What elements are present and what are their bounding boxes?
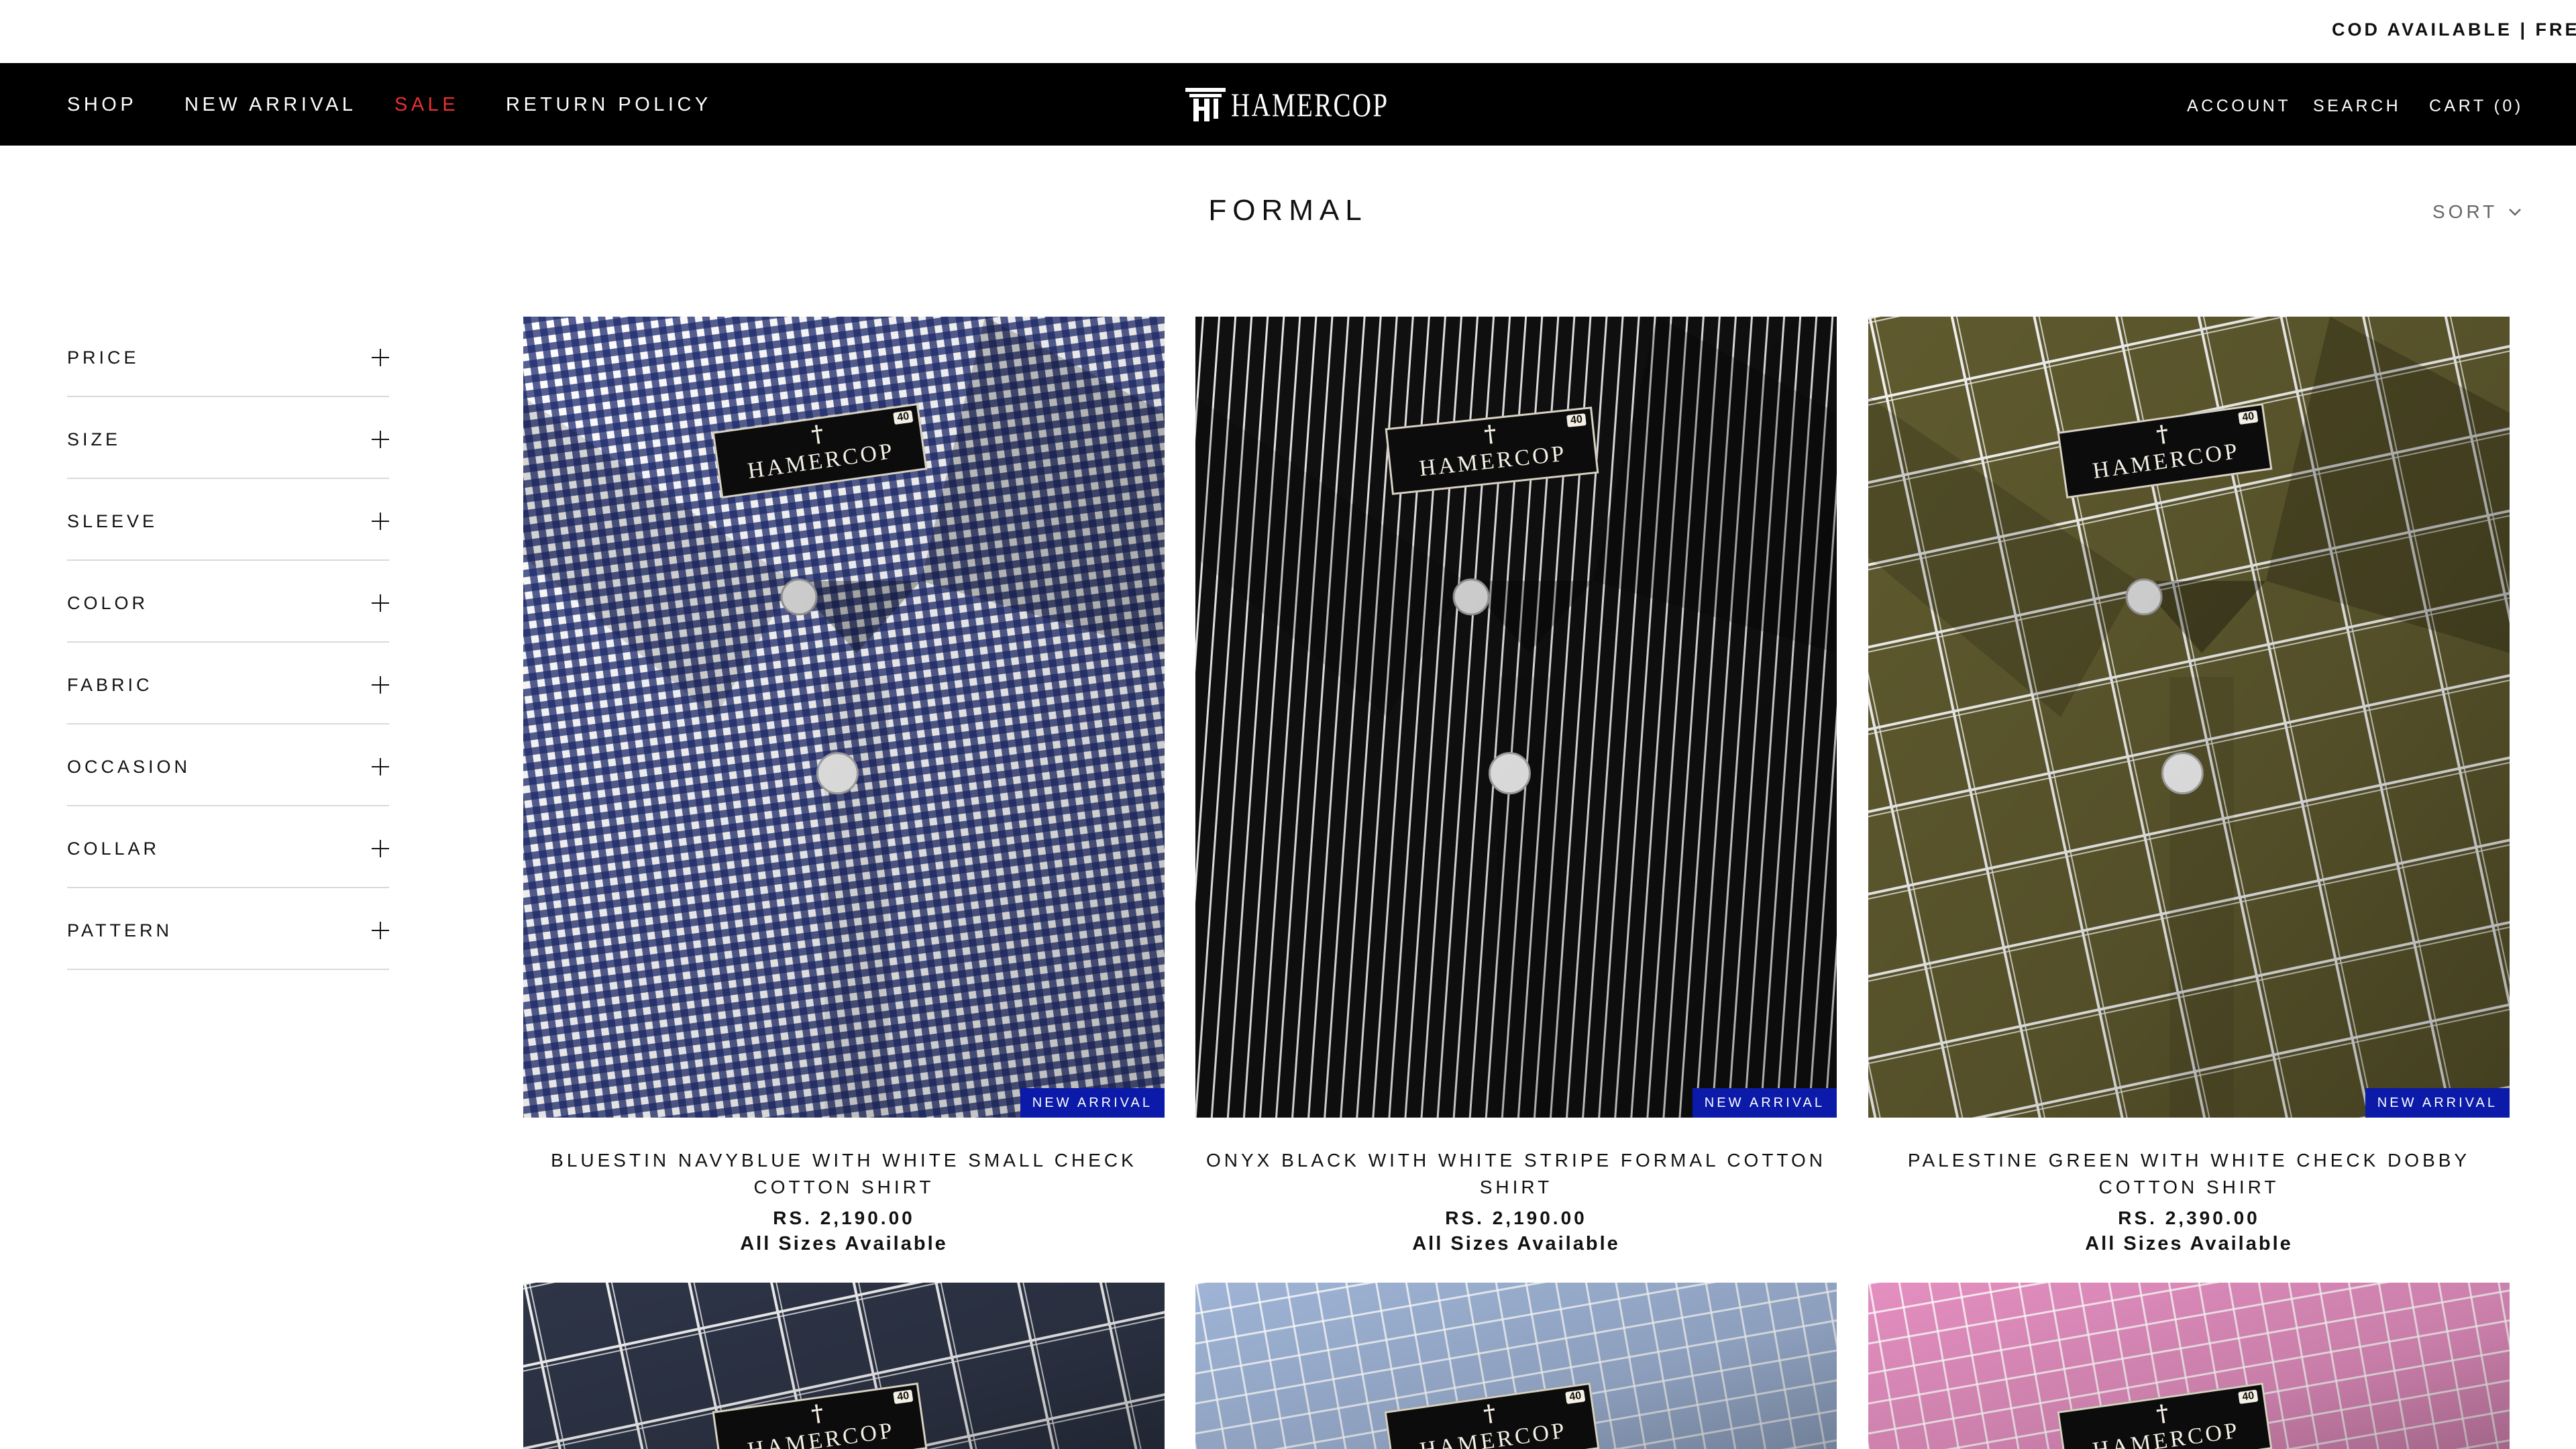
filter-price[interactable]: PRICE: [67, 315, 389, 397]
product-card[interactable]: † HAMERCOP 40 NEW ARRIVAL ONYX BLACK WITH W…: [1195, 317, 1837, 1257]
size-tag: 40: [1565, 1389, 1586, 1405]
sort-dropdown[interactable]: SORT: [2432, 201, 2522, 223]
announcement-text: COD AVAILABLE | FRE: [2332, 19, 2576, 40]
product-title[interactable]: BLUESTIN NAVYBLUE WITH WHITE SMALL CHECK…: [523, 1147, 1165, 1201]
nav-new-arrival[interactable]: NEW ARRIVAL: [184, 94, 357, 116]
product-availability: All Sizes Available: [2085, 1233, 2293, 1254]
filter-label: SIZE: [67, 429, 121, 449]
cart-link[interactable]: CART (0): [2429, 97, 2524, 116]
plus-icon: [372, 513, 389, 530]
plus-icon: [372, 758, 389, 775]
chevron-down-icon: [2509, 209, 2522, 216]
product-card[interactable]: † HAMERCOP 40: [523, 1283, 1165, 1449]
filter-sidebar: PRICE SIZE SLEEVE COLOR FABRIC OCCASION …: [67, 315, 389, 970]
filter-label: OCCASION: [67, 757, 191, 777]
product-card[interactable]: † HAMERCOP 40: [1868, 1283, 2510, 1449]
site-logo[interactable]: HAMERCOP: [1184, 83, 1434, 126]
plus-icon: [372, 594, 389, 612]
plus-icon: [372, 431, 389, 448]
logo-text: HAMERCOP: [1231, 86, 1389, 123]
size-tag: 40: [893, 1389, 914, 1405]
product-price: RS. 2,190.00: [1445, 1208, 1587, 1228]
filter-fabric[interactable]: FABRIC: [67, 643, 389, 724]
size-tag: 40: [2238, 1389, 2259, 1405]
sort-label: SORT: [2432, 201, 2498, 222]
account-link[interactable]: ACCOUNT: [2187, 97, 2291, 116]
filter-label: COLLAR: [67, 839, 160, 859]
filter-label: COLOR: [67, 593, 149, 613]
size-tag: 40: [893, 410, 914, 425]
filter-occasion[interactable]: OCCASION: [67, 724, 389, 806]
filter-label: PATTERN: [67, 920, 173, 941]
announcement-bar: COD AVAILABLE | FRE: [0, 0, 2576, 63]
size-tag: 40: [2238, 410, 2259, 425]
product-price: RS. 2,190.00: [773, 1208, 915, 1228]
product-availability: All Sizes Available: [1412, 1233, 1620, 1254]
filter-sleeve[interactable]: SLEEVE: [67, 479, 389, 561]
plus-icon: [372, 840, 389, 857]
search-link[interactable]: SEARCH: [2313, 97, 2401, 116]
product-price: RS. 2,390.00: [2118, 1208, 2260, 1228]
nav-shop[interactable]: SHOP: [67, 94, 137, 116]
plus-icon: [372, 922, 389, 939]
filter-pattern[interactable]: PATTERN: [67, 888, 389, 970]
nav-sale[interactable]: SALE: [394, 94, 459, 116]
logo-mark-icon: [1185, 88, 1226, 121]
product-image[interactable]: † HAMERCOP 40: [1868, 1283, 2510, 1449]
size-tag: 40: [1566, 413, 1587, 427]
product-image[interactable]: † HAMERCOP 40: [1195, 1283, 1837, 1449]
product-title[interactable]: PALESTINE GREEN WITH WHITE CHECK DOBBY C…: [1868, 1147, 2510, 1201]
plus-icon: [372, 349, 389, 366]
new-arrival-badge: NEW ARRIVAL: [2365, 1088, 2510, 1118]
product-image[interactable]: † HAMERCOP 40 NEW ARRIVAL: [1868, 317, 2510, 1118]
filter-size[interactable]: SIZE: [67, 397, 389, 479]
plus-icon: [372, 676, 389, 694]
product-availability: All Sizes Available: [740, 1233, 948, 1254]
product-image[interactable]: † HAMERCOP 40 NEW ARRIVAL: [523, 317, 1165, 1118]
filter-label: SLEEVE: [67, 511, 158, 531]
product-card[interactable]: † HAMERCOP 40 NEW ARRIVAL BLUESTIN NAVYBLUE…: [523, 317, 1165, 1257]
filter-label: PRICE: [67, 347, 140, 368]
new-arrival-badge: NEW ARRIVAL: [1692, 1088, 1837, 1118]
filter-collar[interactable]: COLLAR: [67, 806, 389, 888]
product-image[interactable]: † HAMERCOP 40 NEW ARRIVAL: [1195, 317, 1837, 1118]
nav-return-policy[interactable]: RETURN POLICY: [506, 94, 712, 116]
page-title: FORMAL: [1208, 194, 1368, 227]
site-header: SHOP NEW ARRIVAL SALE RETURN POLICY HAME…: [0, 63, 2576, 146]
filter-label: FABRIC: [67, 675, 153, 695]
product-title[interactable]: ONYX BLACK WITH WHITE STRIPE FORMAL COTT…: [1195, 1147, 1837, 1201]
product-card[interactable]: † HAMERCOP 40: [1195, 1283, 1837, 1449]
product-image[interactable]: † HAMERCOP 40: [523, 1283, 1165, 1449]
product-card[interactable]: † HAMERCOP 40 NEW ARRIVAL PALESTINE GREEN W…: [1868, 317, 2510, 1257]
filter-color[interactable]: COLOR: [67, 561, 389, 643]
new-arrival-badge: NEW ARRIVAL: [1020, 1088, 1165, 1118]
